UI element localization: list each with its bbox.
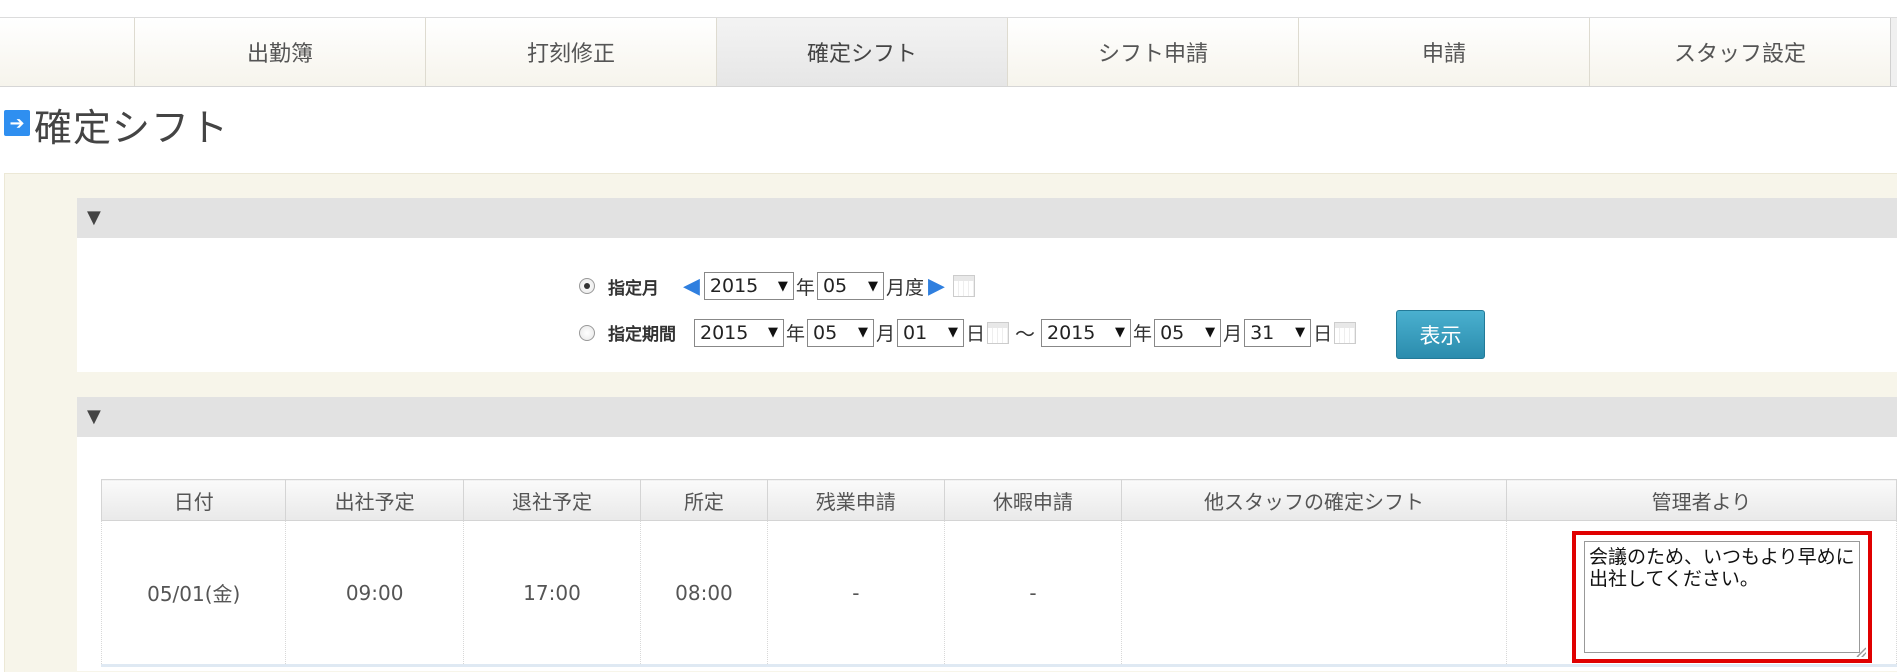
from-day-unit: 日 [966,323,986,345]
tab-attendance-book[interactable]: 出勤簿 [134,18,425,86]
prev-month-arrow-icon[interactable]: ◀ [683,274,700,299]
month-mode-row: 指定月 ◀ 2015 ▼ 年 05 ▼ 月度 ▶ [579,272,975,300]
filter-section-header[interactable]: ▼ [77,198,1897,238]
results-section-header[interactable]: ▼ [77,397,1897,437]
calendar-icon[interactable] [987,321,1010,344]
cell-manager-note: 会議のため、いつもより早めに出社してください。 [1505,520,1897,667]
tab-confirmed-shift[interactable]: 確定シフト [716,18,1007,86]
from-day-select[interactable]: 01 ▼ [897,318,965,347]
manager-note-highlight: 会議のため、いつもより早めに出社してください。 [1571,531,1872,663]
nav-end-cap [1890,18,1897,86]
range-mode-radio[interactable] [579,324,595,341]
chevron-down-icon: ▼ [948,325,959,340]
col-header-end: 退社予定 [462,479,642,521]
month-month-select[interactable]: 05 ▼ [816,272,884,300]
month-month-value: 05 [822,275,848,297]
tab-request[interactable]: 申請 [1298,18,1589,86]
from-day-value: 01 [903,321,928,344]
range-separator: ～ [1015,322,1036,346]
next-month-arrow-icon[interactable]: ▶ [928,274,945,299]
table-row: 05/01(金) 09:00 17:00 08:00 - - 会議のため、いつも… [100,520,1897,667]
col-header-overtime: 残業申請 [766,479,945,521]
from-year-unit: 年 [786,323,806,345]
cell-leave: - [943,520,1123,667]
chevron-down-icon: ▼ [1115,325,1126,340]
cell-date: 05/01(金) [100,520,287,667]
filter-section-body [77,238,1897,372]
to-day-select[interactable]: 31 ▼ [1244,318,1312,347]
range-mode-row: 指定期間 2015 ▼ 年 05 ▼ 月 01 ▼ 日 ～ 2015 ▼ 年 0… [579,318,1357,347]
to-year-unit: 年 [1133,323,1153,345]
to-day-value: 31 [1250,321,1275,344]
cell-overtime: - [766,520,945,667]
page-title: 確定シフト [34,106,230,150]
col-header-scheduled: 所定 [640,479,768,521]
cell-scheduled: 08:00 [640,520,768,667]
month-year-select[interactable]: 2015 ▼ [703,272,794,300]
year-unit: 年 [795,276,815,299]
to-month-select[interactable]: 05 ▼ [1154,318,1222,347]
calendar-icon[interactable] [1334,321,1357,344]
collapse-triangle-icon[interactable]: ▼ [87,207,101,228]
col-header-start: 出社予定 [285,479,464,521]
month-unit: 月度 [885,276,924,299]
table-header-row: 日付 出社予定 退社予定 所定 残業申請 休暇申請 他スタッフの確定シフト 管理… [100,479,1897,521]
tab-staff-settings[interactable]: スタッフ設定 [1589,18,1890,86]
chevron-down-icon: ▼ [867,278,878,294]
col-header-manager-note: 管理者より [1505,479,1897,521]
col-header-leave: 休暇申請 [943,479,1123,521]
from-month-value: 05 [813,321,838,344]
to-year-value: 2015 [1047,321,1096,344]
from-month-unit: 月 [876,323,896,345]
collapse-triangle-icon[interactable]: ▼ [87,406,101,427]
month-mode-radio[interactable] [579,278,595,294]
tab-punch-correction[interactable]: 打刻修正 [425,18,716,86]
chevron-down-icon: ▼ [768,325,778,340]
resize-handle-icon[interactable] [1855,647,1866,657]
chevron-down-icon: ▼ [777,278,788,294]
cell-start: 09:00 [285,520,464,667]
chevron-down-icon: ▼ [1295,325,1306,340]
month-mode-label: 指定月 [608,278,659,299]
chevron-down-icon: ▼ [858,325,869,340]
cell-other-staff [1121,520,1507,667]
shift-table: 日付 出社予定 退社予定 所定 残業申請 休暇申請 他スタッフの確定シフト 管理… [100,479,1897,667]
to-month-value: 05 [1160,321,1185,344]
manager-note-textarea[interactable]: 会議のため、いつもより早めに出社してください。 [1583,541,1860,653]
show-button[interactable]: 表示 [1396,310,1485,359]
from-year-value: 2015 [700,321,749,344]
col-header-other-staff: 他スタッフの確定シフト [1121,479,1507,521]
from-year-select[interactable]: 2015 ▼ [694,318,784,347]
calendar-icon[interactable] [952,275,975,297]
cell-end: 17:00 [462,520,642,667]
top-nav: 出勤簿 打刻修正 確定シフト シフト申請 申請 スタッフ設定 [0,17,1897,87]
chevron-down-icon: ▼ [1205,325,1216,340]
to-day-unit: 日 [1313,323,1333,345]
col-header-date: 日付 [100,479,287,521]
tab-shift-request[interactable]: シフト申請 [1007,18,1298,86]
from-month-select[interactable]: 05 ▼ [807,318,875,347]
arrow-right-icon: ➔ [4,110,30,136]
range-mode-label: 指定期間 [608,325,676,345]
to-year-select[interactable]: 2015 ▼ [1041,318,1132,347]
to-month-unit: 月 [1223,323,1243,345]
month-year-value: 2015 [709,275,759,297]
